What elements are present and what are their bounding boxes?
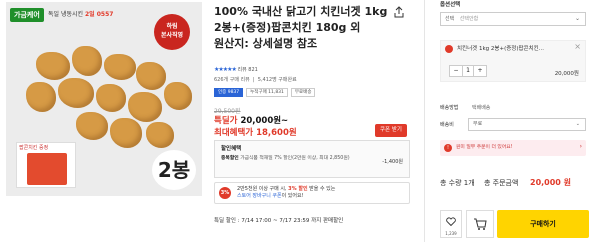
benefit-highlight: 3% 할인 — [288, 186, 308, 192]
discount-detail-text: 가금식품 적재일 7% 할인(2만원 이상, 최대 2,850원) — [240, 156, 350, 161]
qty-minus-button[interactable]: − — [450, 66, 462, 76]
qty-value[interactable]: 1 — [462, 66, 474, 76]
cart-icon — [474, 218, 487, 230]
best-value: 18,600원 — [256, 128, 297, 138]
product-title-text: 100% 국내산 닭고기 치킨너겟 1kg 2봉+(증정)팝콘치킨 180g 외 — [214, 5, 388, 34]
shipping-fee-label: 배송비 — [440, 122, 454, 128]
option-label: 옵션선택 — [440, 2, 461, 8]
shipping-fee-select[interactable]: 무료 ⌄ — [468, 118, 586, 131]
like-count: 1,239 — [445, 231, 457, 236]
discount-amount: -1,400원 — [382, 159, 403, 165]
product-origin: 원산지: 상세설명 참조 — [214, 37, 318, 50]
cart-button[interactable] — [466, 210, 494, 238]
option-select-value: 선택안함 — [459, 16, 479, 22]
best-price: 최대혜택가 18,600원 — [214, 126, 297, 138]
special-sale-period: 특딜 할인 : 7/14 17:00 ~ 7/17 23:59 까지 판매할인 — [214, 218, 344, 224]
promo-banner: 독일 냉동시킨 2일 0557 — [48, 10, 113, 20]
review-count: 626개 구매 리뷰 — [214, 77, 250, 83]
like-button[interactable]: 1,239 — [440, 210, 462, 238]
product-title: 100% 국내산 닭고기 치킨너겟 1kg 2봉+(증정)팝콘치킨 180g 외… — [214, 4, 392, 52]
best-label: 최대혜택가 — [214, 128, 254, 138]
shipping-method-value: 택배배송 — [472, 105, 491, 111]
benefit-suffix: 받을 수 있는 — [309, 186, 336, 192]
tag-cert: 인증 9837 — [214, 88, 244, 97]
heart-icon — [446, 217, 456, 227]
chevron-down-icon: ⌄ — [575, 121, 580, 127]
promo-highlight: 2일 0557 — [84, 11, 114, 18]
stats-row: 626개 구매 리뷰 | 5,412명 구매완료 — [214, 77, 297, 83]
discount-detail-label: 중복할인 — [221, 156, 239, 161]
product-image[interactable]: 가금케어 독일 냉동시킨 2일 0557 하림 본사직영 팝콘치킨 증정 2봉 — [6, 2, 202, 196]
benefit-text: 2만5천원 이상 구매 시, 3% 할인 받을 수 있는 스토어 장바구니 쿠폰… — [237, 186, 397, 200]
popcorn-chicken-pack — [27, 153, 67, 185]
item-dot-icon — [445, 45, 453, 53]
notice-text: 원미 일부 주문이 더 있어요! — [456, 145, 513, 150]
qty-plus-button[interactable]: + — [474, 66, 486, 76]
item-price: 20,000원 — [554, 71, 579, 77]
purchase-count: 5,412명 구매완료 — [257, 77, 297, 83]
tag-shipping: 무료배송 — [290, 88, 316, 97]
option-select[interactable]: 선택 선택안함 ⌄ — [440, 12, 586, 26]
notice-box[interactable]: ! 원미 일부 주문이 더 있어요! › — [440, 140, 586, 156]
total-price: 20,000 원 — [530, 178, 572, 187]
tag-row: 인증 9837 누적구매 11,831 무료배송 — [214, 88, 316, 97]
benefit-prefix: 2만5천원 이상 구매 시, — [237, 186, 287, 192]
benefit-box[interactable]: 3% 2만5천원 이상 구매 시, 3% 할인 받을 수 있는 스토어 장바구니… — [214, 182, 410, 204]
total-quantity: 총 수량 1개 — [440, 179, 475, 187]
sale-price: 특딜가 20,000원~ — [214, 114, 288, 126]
item-name: 치킨너겟 1kg 2봉+(증정)팝콘치킨... — [457, 46, 544, 52]
promo-prefix: 독일 냉동시킨 — [48, 11, 84, 18]
coupon-button[interactable]: 쿠폰 받기 — [375, 124, 407, 137]
product-page: 가금케어 독일 냉동시킨 2일 0557 하림 본사직영 팝콘치킨 증정 2봉 … — [0, 0, 600, 242]
shipping-fee-value: 무료 — [473, 121, 483, 127]
sale-label: 특딜가 — [214, 116, 238, 126]
halal-badge-line2: 본사직영 — [160, 32, 184, 39]
share-icon[interactable] — [393, 6, 405, 18]
brand-logo: 가금케어 — [10, 8, 44, 22]
chevron-right-icon: › — [579, 143, 582, 150]
tag-total: 누적구매 11,831 — [246, 88, 288, 97]
star-rating-icon: ★★★★★ — [214, 66, 237, 73]
halal-badge-line1: 하림 — [166, 23, 178, 30]
chevron-down-icon: ⌄ — [574, 15, 580, 22]
shipping-method-label: 배송방법 — [440, 105, 459, 111]
discount-detail: 중복할인 가금식품 적재일 7% 할인(2만원 이상, 최대 2,850원) — [221, 155, 371, 162]
gift-thumbnail: 팝콘치킨 증정 — [16, 142, 76, 188]
buy-button[interactable]: 구매하기 — [497, 210, 589, 238]
coupon-icon: 3% — [219, 187, 231, 199]
rating-row[interactable]: ★★★★★ 리뷰 821 — [214, 66, 258, 74]
count-badge: 2봉 — [152, 150, 196, 190]
sale-value: 20,000원~ — [240, 116, 289, 126]
discount-box: 할인혜택 중복할인 가금식품 적재일 7% 할인(2만원 이상, 최대 2,85… — [214, 140, 410, 178]
selected-item: 치킨너겟 1kg 2봉+(증정)팝콘치킨... × − 1 + 20,000원 — [440, 40, 586, 82]
option-select-label: 선택 — [445, 16, 455, 22]
alert-icon: ! — [444, 144, 452, 152]
benefit-line2-suffix: 이 있어요! — [281, 193, 304, 199]
store-cart-coupon-link[interactable]: 스토어 장바구니 쿠폰 — [237, 193, 282, 199]
quantity-stepper[interactable]: − 1 + — [449, 65, 487, 77]
discount-title: 할인혜택 — [221, 146, 242, 152]
review-link[interactable]: 리뷰 821 — [238, 67, 258, 73]
close-icon[interactable]: × — [574, 42, 581, 51]
panel-divider — [424, 0, 425, 242]
thumb-label: 팝콘치킨 증정 — [19, 145, 49, 151]
total-price-label: 총 주문금액 — [484, 179, 519, 187]
